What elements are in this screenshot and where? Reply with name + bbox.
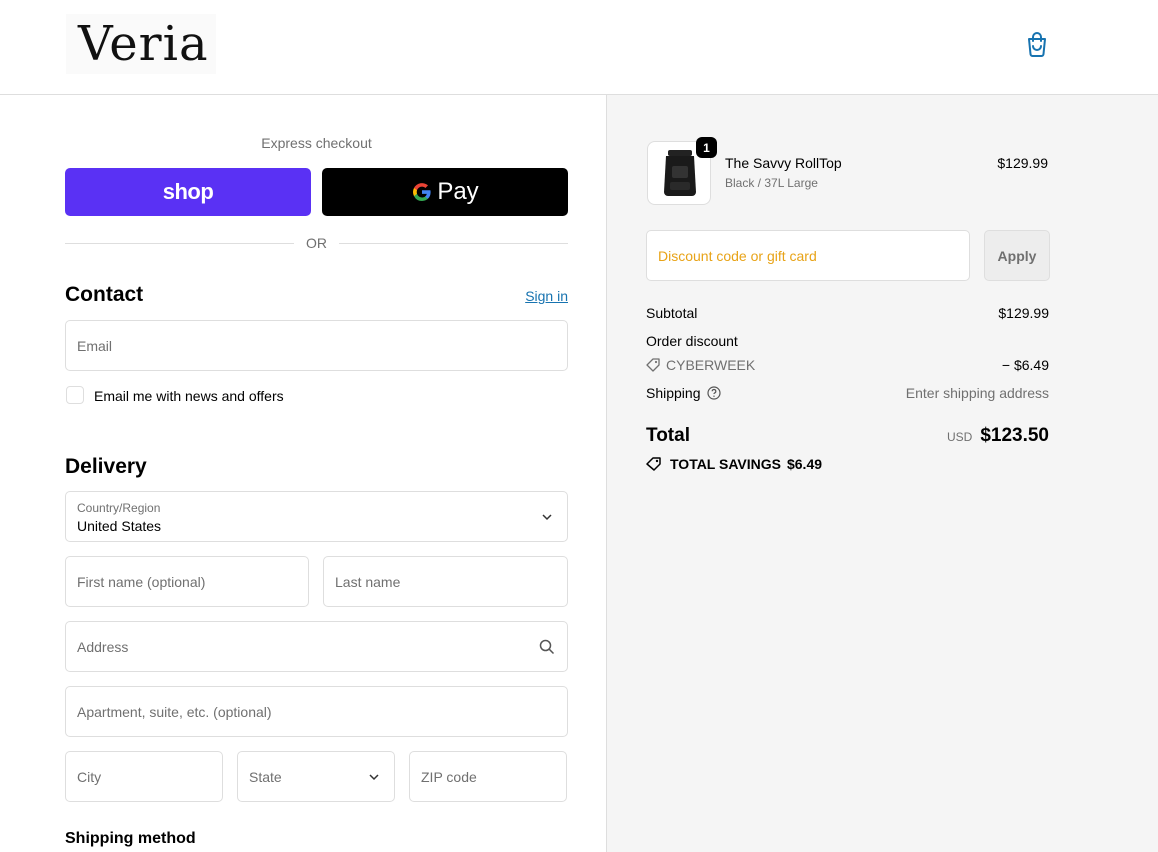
product-name: The Savvy RollTop — [725, 155, 842, 171]
header: Veria — [0, 0, 1158, 95]
total-amount: USD $123.50 — [947, 425, 1049, 447]
order-discount-label: Order discount — [646, 333, 738, 349]
search-icon — [539, 639, 555, 654]
country-label: Country/Region — [77, 501, 161, 515]
product-variant: Black / 37L Large — [725, 176, 818, 190]
last-name-field[interactable]: Last name — [323, 556, 568, 607]
google-g-icon — [413, 183, 431, 201]
shipping-value: Enter shipping address — [905, 385, 1049, 401]
newsletter-checkbox[interactable] — [66, 386, 84, 404]
tag-icon — [646, 358, 660, 372]
city-field[interactable]: City — [65, 751, 223, 802]
subtotal-label: Subtotal — [646, 305, 698, 321]
store-logo[interactable]: Veria — [66, 14, 216, 74]
apartment-field[interactable]: Apartment, suite, etc. (optional) — [65, 686, 568, 737]
apply-button[interactable]: Apply — [984, 230, 1050, 281]
newsletter-label: Email me with news and offers — [94, 388, 284, 404]
help-circle-icon[interactable] — [706, 386, 721, 400]
shop-pay-button[interactable]: shop — [65, 168, 311, 216]
shipping-row: Shipping — [646, 385, 721, 401]
shipping-label: Shipping — [646, 385, 701, 401]
subtotal-value: $129.99 — [998, 305, 1049, 321]
zip-field[interactable]: ZIP code — [409, 751, 567, 802]
zip-placeholder: ZIP code — [421, 768, 477, 785]
email-field[interactable]: Email — [65, 320, 568, 371]
country-select[interactable]: Country/Region United States — [65, 491, 568, 542]
state-placeholder: State — [249, 768, 282, 785]
country-value: United States — [77, 518, 162, 534]
discount-code-tag: CYBERWEEK — [646, 357, 755, 373]
order-summary: 1 The Savvy RollTop Black / 37L Large $1… — [606, 95, 1158, 852]
address-placeholder: Address — [77, 638, 129, 655]
discount-code: CYBERWEEK — [666, 357, 756, 373]
tag-icon — [646, 457, 661, 471]
first-name-placeholder: First name (optional) — [77, 573, 206, 590]
divider-line-right — [339, 243, 568, 244]
email-placeholder: Email — [77, 337, 113, 354]
shipping-method-heading: Shipping method — [65, 830, 196, 847]
or-divider: OR — [65, 235, 568, 253]
address-field[interactable]: Address — [65, 621, 568, 672]
city-placeholder: City — [77, 768, 102, 785]
first-name-field[interactable]: First name (optional) — [65, 556, 309, 607]
discount-value: − $6.49 — [1001, 357, 1049, 373]
google-pay-label: Pay — [437, 178, 479, 205]
currency-code: USD — [946, 430, 973, 444]
discount-code-field[interactable]: Discount code or gift card — [646, 230, 970, 281]
shop-pay-label: shop — [162, 179, 214, 204]
total-savings: TOTAL SAVINGS $6.49 — [646, 456, 822, 472]
delivery-heading: Delivery — [65, 455, 147, 478]
discount-placeholder: Discount code or gift card — [658, 247, 817, 264]
quantity-badge: 1 — [696, 137, 717, 158]
chevron-down-icon — [542, 513, 552, 520]
sign-in-link[interactable]: Sign in — [490, 288, 568, 304]
express-checkout-label: Express checkout — [261, 135, 372, 151]
checkout-form: Express checkout shop Pay OR Contact Sig… — [0, 95, 606, 852]
shopping-bag-icon[interactable] — [1024, 30, 1050, 58]
last-name-placeholder: Last name — [335, 573, 401, 590]
google-pay-button[interactable]: Pay — [322, 168, 568, 216]
product-price: $129.99 — [997, 155, 1048, 171]
chevron-down-icon — [369, 773, 379, 780]
total-value: $123.50 — [980, 425, 1049, 446]
savings-value: $6.49 — [786, 456, 823, 472]
total-label: Total — [646, 425, 690, 446]
state-select[interactable]: State — [237, 751, 395, 802]
contact-heading: Contact — [65, 283, 144, 306]
apartment-placeholder: Apartment, suite, etc. (optional) — [77, 703, 272, 720]
savings-label: TOTAL SAVINGS — [670, 456, 781, 472]
